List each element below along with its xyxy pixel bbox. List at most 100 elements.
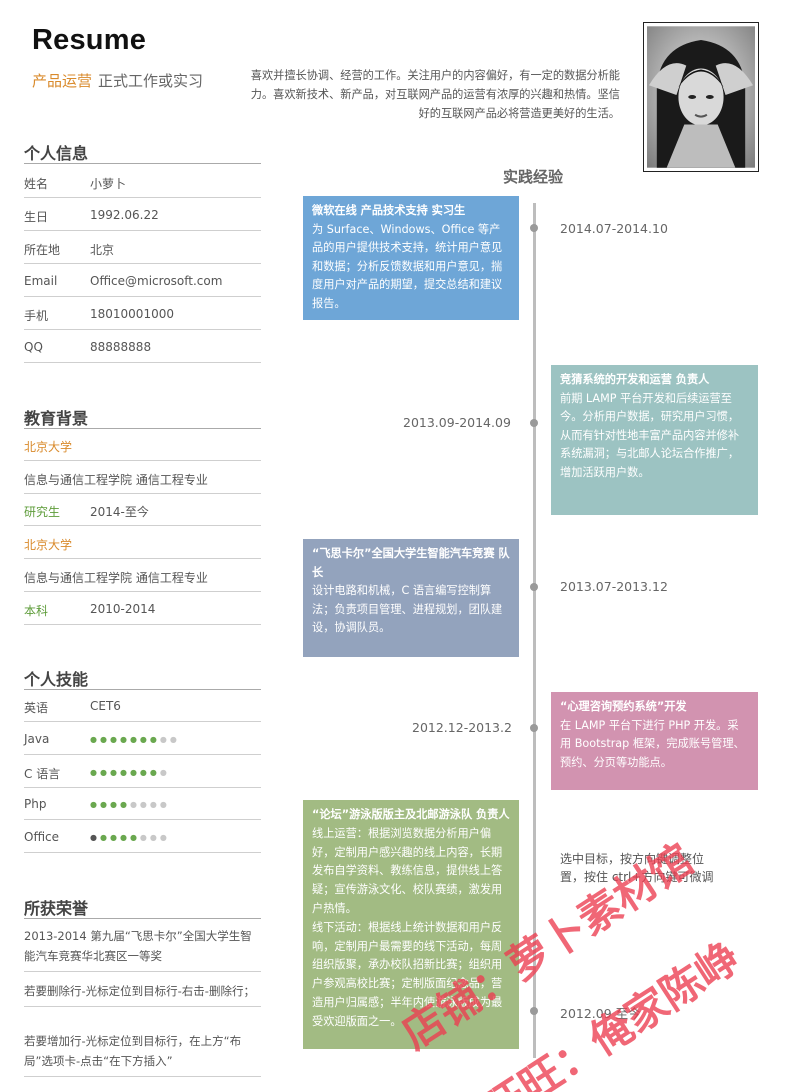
education-row: 北京大学: [24, 428, 261, 461]
timeline-dot: [530, 724, 538, 732]
role-highlight: 产品运营: [32, 72, 93, 90]
skill-row-english: 英语 CET6: [24, 689, 261, 722]
experience-card[interactable]: 微软在线 产品技术支持 实习生 为 Surface、Windows、Office…: [303, 196, 519, 320]
skills-heading: 个人技能: [24, 670, 89, 689]
education-text: 信息与通信工程学院 通信工程专业: [24, 472, 208, 487]
personal-info-row: 所在地 北京: [24, 231, 261, 264]
rating-dot: ●: [109, 735, 120, 744]
rating-dot: ●: [149, 832, 160, 842]
field-value: Office@microsoft.com: [90, 274, 223, 288]
section-divider: [24, 918, 261, 919]
field-label: 姓名: [24, 177, 49, 191]
degree-label: 本科: [24, 603, 49, 618]
skill-rating: ●●●●●●●●: [90, 800, 170, 809]
rating-dot: ●: [99, 767, 110, 777]
rating-dot: ●: [159, 767, 170, 777]
experience-card[interactable]: “论坛”游泳版版主及北邮游泳队 负责人 线上运营：根据浏览数据分析用户偏好，定制…: [303, 800, 519, 1049]
rating-dot: ●: [169, 735, 180, 744]
field-label: 所在地: [24, 243, 61, 257]
education-row: 信息与通信工程学院 通信工程专业: [24, 461, 261, 494]
skill-rating: ●●●●●●●●●: [90, 735, 180, 744]
field-value: 18010001000: [90, 307, 174, 321]
rating-dot: ●: [99, 832, 110, 842]
skill-row: C 语言 ●●●●●●●●: [24, 755, 261, 788]
rating-dot: ●: [149, 800, 160, 809]
experience-title: 微软在线 产品技术支持 实习生: [312, 204, 466, 217]
rating-dot: ●: [129, 800, 140, 809]
rating-dot: ●: [99, 735, 110, 744]
degree-label: 研究生: [24, 505, 61, 520]
rating-dot: ●: [129, 767, 140, 777]
experience-card[interactable]: “飞思卡尔”全国大学生智能汽车竞赛 队长 设计电路和机械，C 语言编写控制算法；…: [303, 539, 519, 657]
rating-dot: ●: [90, 767, 100, 777]
skill-label: C 语言: [24, 766, 61, 781]
skill-label: Office: [24, 829, 60, 844]
rating-dot: ●: [159, 832, 170, 842]
field-value: 小萝卜: [90, 177, 127, 191]
skill-row: Php ●●●●●●●●: [24, 787, 261, 820]
rating-dot: ●: [90, 832, 100, 842]
personal-info-row: 生日 1992.06.22: [24, 198, 261, 231]
skill-value: CET6: [90, 699, 121, 713]
honor-item: 2013-2014 第九届“飞思卡尔”全国大学生智能汽车竞赛华北赛区一等奖: [24, 926, 261, 972]
timeline-dot: [530, 419, 538, 427]
field-label: 手机: [24, 309, 49, 323]
degree-period: 2014-至今: [90, 505, 149, 520]
rating-dot: ●: [149, 735, 160, 744]
self-intro: 喜欢并擅长协调、经营的工作。关注用户的内容偏好，有一定的数据分析能力。喜欢新技术…: [250, 69, 620, 120]
experience-body: 为 Surface、Windows、Office 等产品的用户提供技术支持，统计…: [312, 222, 503, 310]
editing-tip: 选中目标，按方向键调整位置，按住 ctrl+方向键可微调: [560, 852, 714, 884]
rating-dot: ●: [90, 800, 100, 809]
honor-item: 若要删除行-光标定位到目标行-右击-删除行；: [24, 981, 261, 1007]
rating-dot: ●: [129, 832, 140, 842]
section-divider: [24, 163, 261, 164]
education-text: 北京大学: [24, 538, 73, 553]
experience-title: “论坛”游泳版版主及北邮游泳队 负责人: [312, 808, 510, 821]
experience-title: “心理咨询预约系统”开发: [560, 700, 687, 713]
experience-body-2: 线下活动：根据线上统计数据和用户反响，定制用户最需要的线下活动，每周组织版聚，承…: [312, 920, 503, 1028]
field-value: 88888888: [90, 340, 152, 354]
skill-rating: ●●●●●●●●: [90, 833, 170, 842]
timeline-date: 2012.12-2013.2: [412, 720, 512, 735]
rating-dot: ●: [139, 832, 150, 842]
personal-info-row: 手机 18010001000: [24, 297, 261, 330]
rating-dot: ●: [119, 767, 130, 777]
rating-dot: ●: [139, 735, 150, 744]
field-label: 生日: [24, 210, 49, 224]
timeline-dot: [530, 1007, 538, 1015]
timeline-date: 2013.09-2014.09: [403, 415, 511, 430]
skill-label: Java: [24, 732, 50, 746]
education-row: 本科 2010-2014: [24, 592, 261, 625]
personal-info-row: QQ 88888888: [24, 330, 261, 363]
resume-title: Resume: [32, 24, 147, 56]
timeline-date: 2014.07-2014.10: [560, 221, 668, 236]
rating-dot: ●: [159, 735, 170, 744]
personal-info-heading: 个人信息: [24, 144, 89, 163]
rating-dot: ●: [139, 767, 150, 777]
rating-dot: ●: [109, 800, 120, 809]
field-label: Email: [24, 274, 58, 288]
degree-period: 2010-2014: [90, 601, 156, 616]
skill-rating: ●●●●●●●●: [90, 768, 170, 777]
field-label: QQ: [24, 340, 43, 354]
timeline-date: 2012.09 至今: [560, 1006, 641, 1021]
rating-dot: ●: [90, 735, 100, 744]
education-row: 信息与通信工程学院 通信工程专业: [24, 559, 261, 592]
timeline-dot: [530, 583, 538, 591]
experience-title: “飞思卡尔”全国大学生智能汽车竞赛 队长: [312, 547, 510, 579]
rating-dot: ●: [119, 735, 130, 744]
profile-photo: [643, 22, 759, 172]
portrait-image: [647, 26, 755, 168]
field-value: 北京: [90, 243, 115, 257]
skill-row: Office ●●●●●●●●: [24, 820, 261, 853]
timeline-dot: [530, 224, 538, 232]
education-row: 研究生 2014-至今: [24, 493, 261, 527]
experience-title: 竞猜系统的开发和运营 负责人: [560, 373, 710, 386]
personal-info-row: Email Office@microsoft.com: [24, 264, 261, 297]
experience-card[interactable]: 竞猜系统的开发和运营 负责人 前期 LAMP 平台开发和后续运营至今。分析用户数…: [551, 365, 758, 515]
rating-dot: ●: [99, 800, 110, 809]
experience-card[interactable]: “心理咨询预约系统”开发 在 LAMP 平台下进行 PHP 开发。采用 Boot…: [551, 692, 758, 790]
experience-body: 线上运营：根据浏览数据分析用户偏好，定制用户感兴趣的线上内容，长期发布自学资料、…: [312, 826, 503, 915]
personal-info-row: 姓名 小萝卜: [24, 165, 261, 198]
honors-heading: 所获荣誉: [24, 899, 89, 918]
